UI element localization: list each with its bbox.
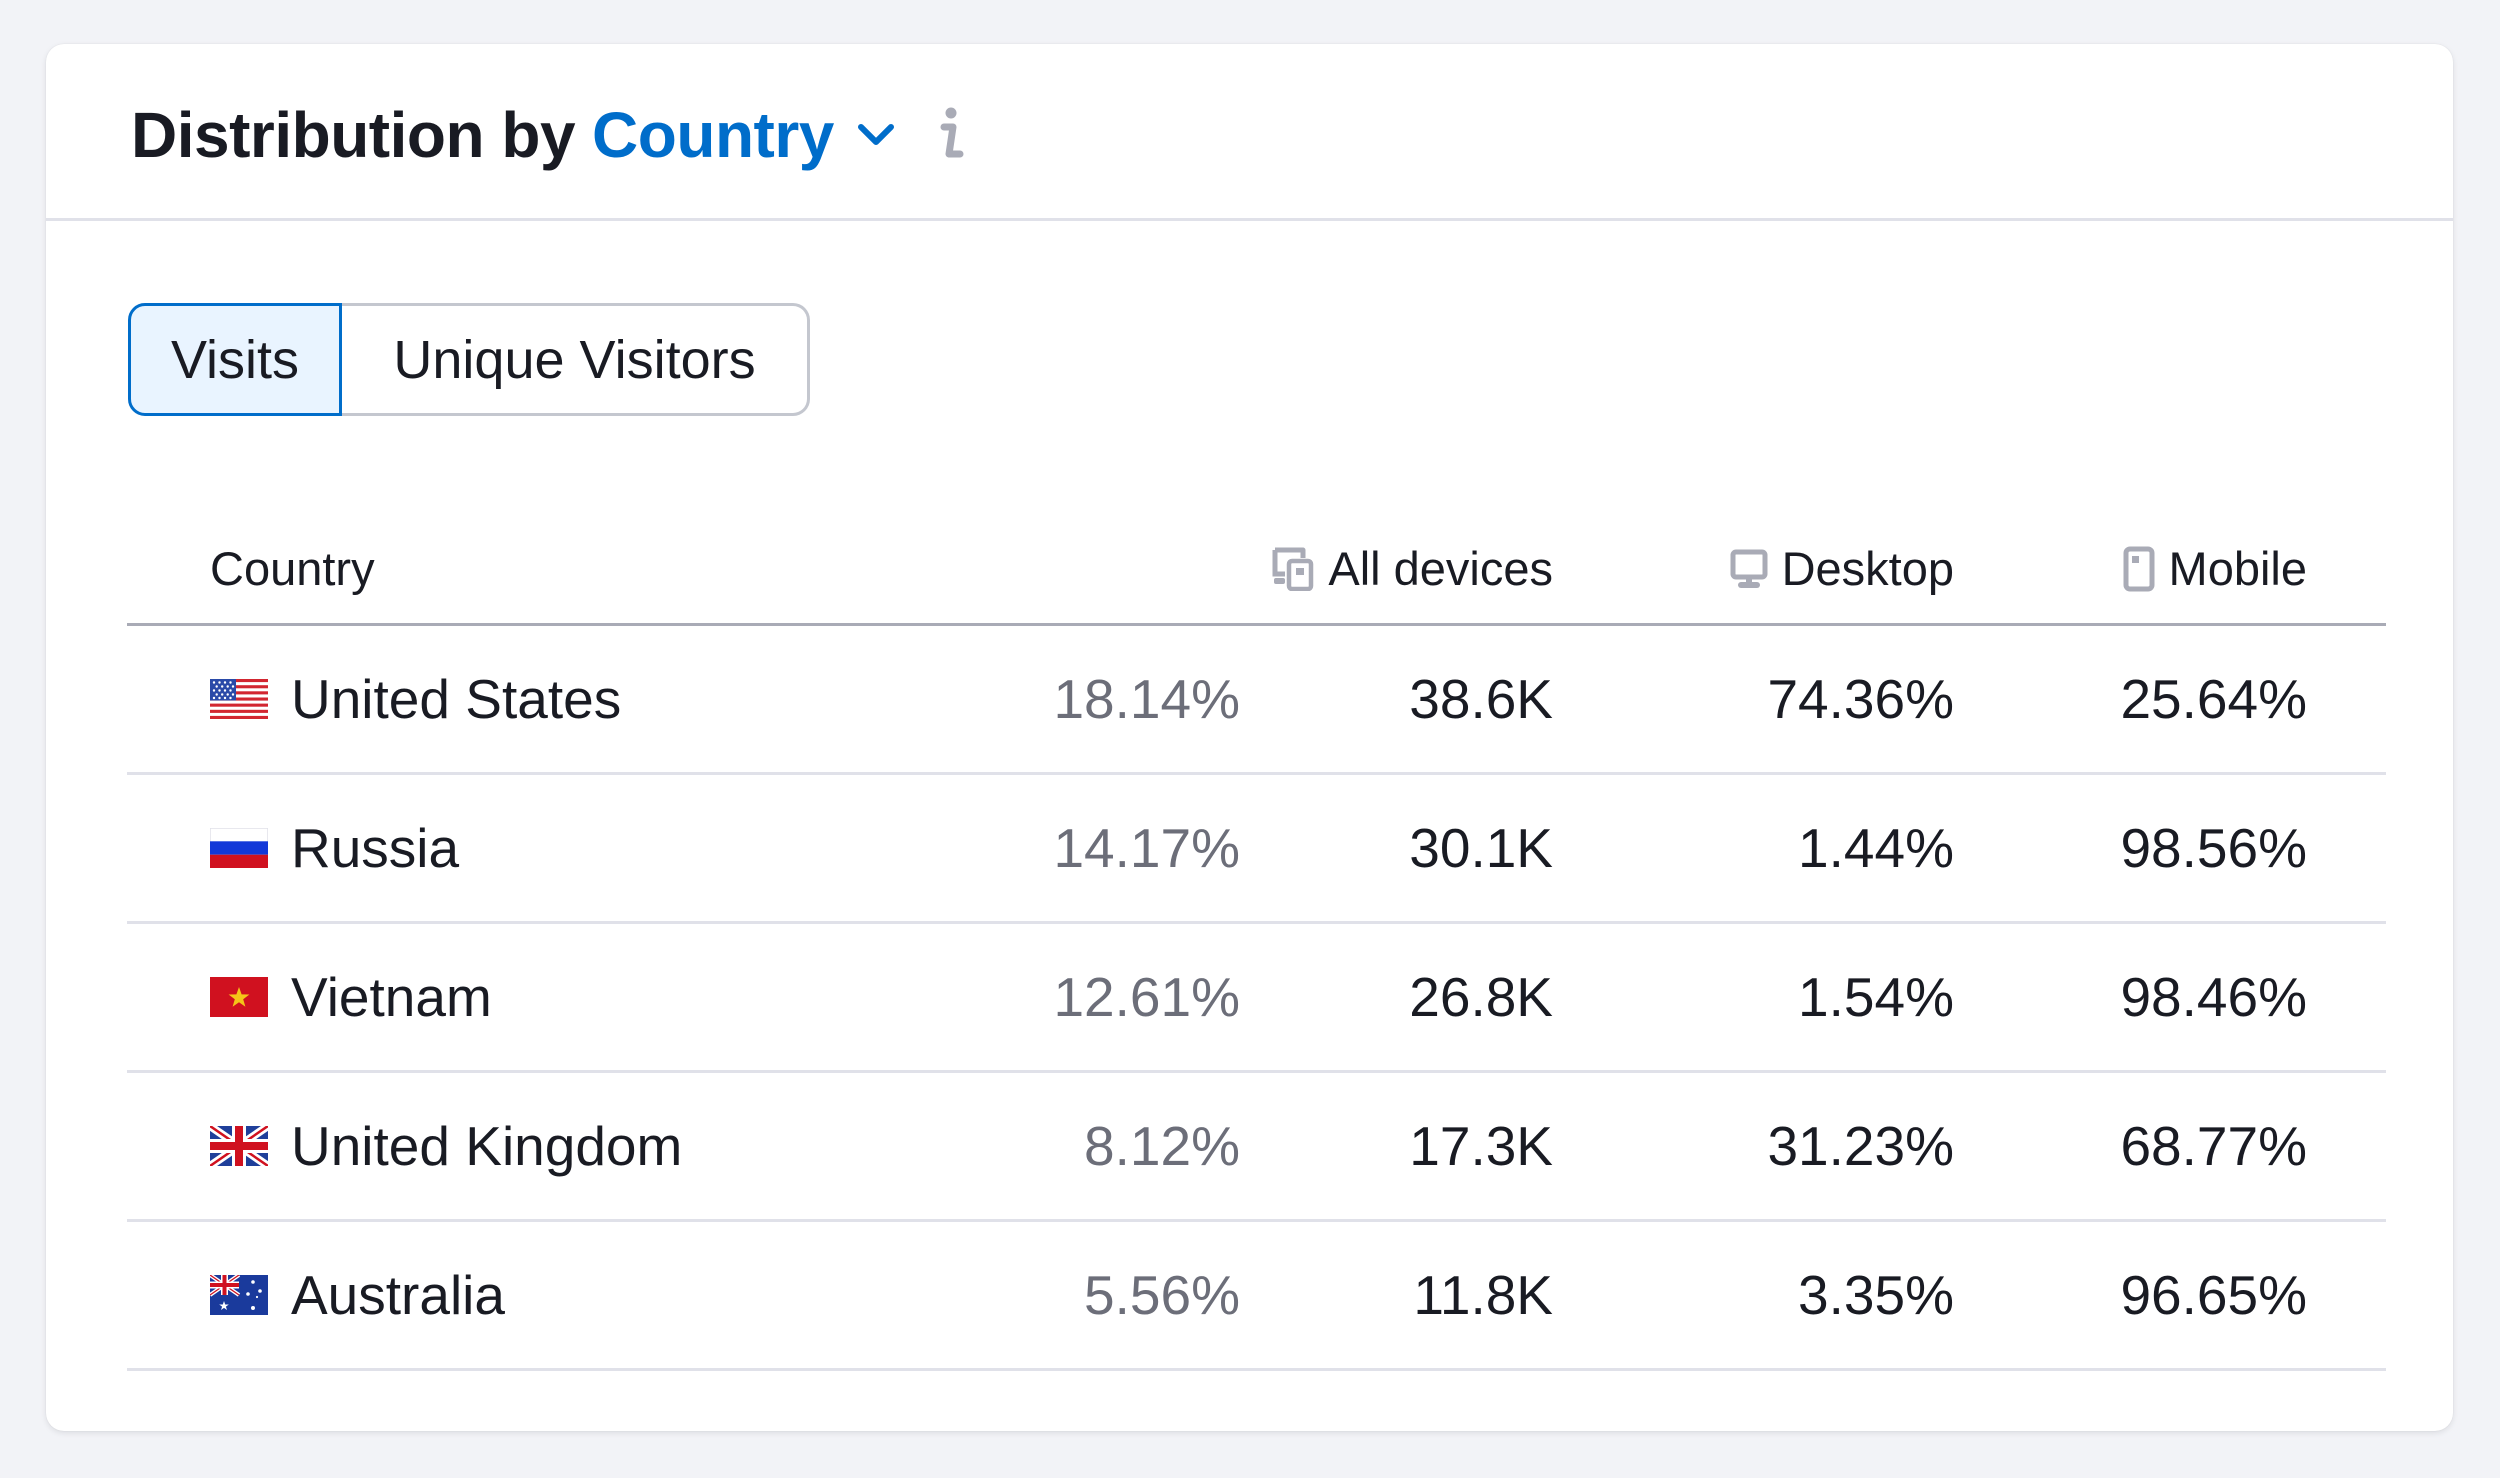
table-row: Australia 5.56% 11.8K 3.35% 96.65% (127, 1222, 2386, 1371)
column-header-all-devices: All devices (1272, 514, 1553, 623)
all-devices-cell: 38.6K (1409, 668, 1553, 730)
vietnam-flag-icon (210, 977, 268, 1017)
country-name[interactable]: Russia (291, 816, 459, 880)
metric-toggle: Visits Unique Visitors (128, 303, 810, 416)
traffic-share-cell: 5.56% (1084, 1264, 1240, 1326)
table-header: Country All devices Desktop Mobile (127, 514, 2386, 626)
table-row: United States 18.14% 38.6K 74.36% 25.64% (127, 626, 2386, 775)
country-name[interactable]: Australia (291, 1263, 505, 1327)
desktop-cell: 1.44% (1798, 817, 1954, 879)
column-header-mobile: Mobile (2123, 514, 2307, 623)
australia-flag-icon (210, 1275, 268, 1315)
traffic-share-cell: 14.17% (1053, 817, 1240, 879)
table-row: Russia 14.17% 30.1K 1.44% 98.56% (127, 775, 2386, 924)
us-flag-icon (210, 679, 268, 719)
dimension-dropdown[interactable]: Country (592, 98, 896, 172)
info-icon[interactable] (936, 107, 966, 163)
column-header-desktop-label: Desktop (1781, 542, 1954, 595)
desktop-cell: 74.36% (1767, 668, 1954, 730)
table-row: Vietnam 12.61% 26.8K 1.54% 98.46% (127, 924, 2386, 1073)
country-cell: Russia (210, 775, 459, 921)
toggle-unique-visitors[interactable]: Unique Visitors (342, 303, 810, 416)
chevron-down-icon (857, 124, 894, 145)
all-devices-cell: 26.8K (1409, 966, 1553, 1028)
column-header-all-devices-label: All devices (1328, 542, 1553, 595)
distribution-by-country-widget: Distribution by Country Visits Unique Vi… (46, 44, 2453, 1431)
table-row: United Kingdom 8.12% 17.3K 31.23% 68.77% (127, 1073, 2386, 1222)
traffic-share-cell: 8.12% (1084, 1115, 1240, 1177)
all-devices-cell: 11.8K (1413, 1264, 1553, 1326)
mobile-cell: 25.64% (2120, 668, 2307, 730)
mobile-cell: 68.77% (2120, 1115, 2307, 1177)
widget-header: Distribution by Country (46, 44, 2453, 221)
title-prefix: Distribution by (131, 99, 576, 171)
column-header-mobile-label: Mobile (2168, 542, 2307, 595)
widget-title: Distribution by Country (131, 95, 966, 175)
toggle-visits[interactable]: Visits (128, 303, 342, 416)
mobile-icon (2123, 546, 2155, 591)
country-name[interactable]: United Kingdom (291, 1114, 682, 1178)
all-devices-icon (1272, 547, 1314, 591)
column-header-desktop: Desktop (1730, 514, 1954, 623)
column-header-country: Country (210, 542, 375, 595)
uk-flag-icon (210, 1126, 268, 1166)
all-devices-cell: 17.3K (1409, 1115, 1553, 1177)
traffic-share-cell: 18.14% (1053, 668, 1240, 730)
country-cell: United States (210, 626, 621, 772)
desktop-cell: 1.54% (1798, 966, 1954, 1028)
dimension-dropdown-label: Country (592, 99, 834, 171)
desktop-icon (1730, 549, 1768, 588)
country-name[interactable]: Vietnam (291, 965, 492, 1029)
country-cell: Australia (210, 1222, 505, 1368)
country-cell: Vietnam (210, 924, 492, 1070)
desktop-cell: 3.35% (1798, 1264, 1954, 1326)
mobile-cell: 96.65% (2120, 1264, 2307, 1326)
all-devices-cell: 30.1K (1409, 817, 1553, 879)
country-table: Country All devices Desktop Mobile Unite… (127, 514, 2386, 1371)
mobile-cell: 98.46% (2120, 966, 2307, 1028)
desktop-cell: 31.23% (1767, 1115, 1954, 1177)
mobile-cell: 98.56% (2120, 817, 2307, 879)
traffic-share-cell: 12.61% (1053, 966, 1240, 1028)
russia-flag-icon (210, 828, 268, 868)
country-name[interactable]: United States (291, 667, 621, 731)
country-cell: United Kingdom (210, 1073, 682, 1219)
